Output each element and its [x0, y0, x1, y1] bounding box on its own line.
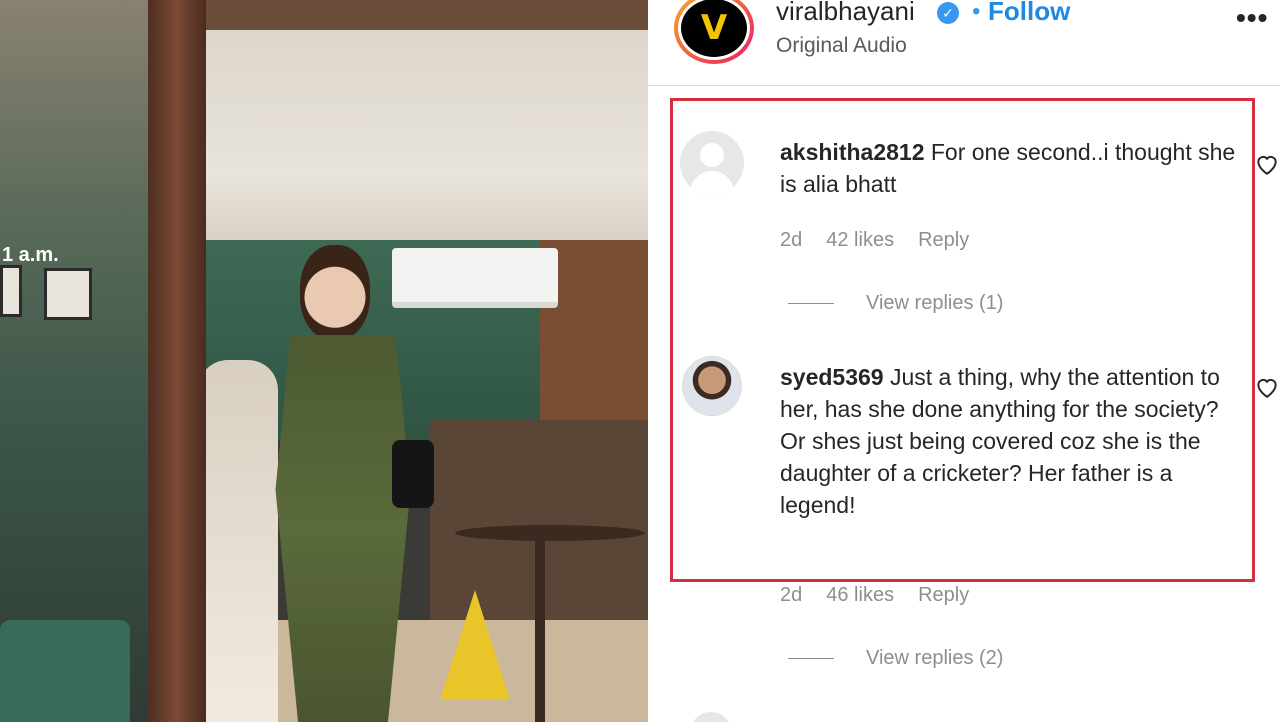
wall-frame: [0, 265, 22, 317]
comment-username[interactable]: syed5369: [780, 364, 884, 390]
comment-username[interactable]: akshitha2812: [780, 139, 924, 165]
heart-icon[interactable]: [1254, 152, 1280, 176]
trash-bin: [0, 620, 130, 722]
avatar-logo: V: [678, 0, 750, 60]
woman-head: [300, 245, 370, 340]
comment-time: 2d: [780, 584, 803, 606]
v-logo-icon: V: [700, 8, 728, 48]
wall-frame: [44, 268, 92, 320]
post-username[interactable]: viralbhayani: [776, 0, 915, 27]
table-leg: [535, 540, 545, 722]
follow-button[interactable]: Follow: [988, 0, 1070, 27]
next-comment-avatar: [690, 712, 732, 722]
wooden-pillar: [148, 0, 206, 722]
reply-button[interactable]: Reply: [918, 584, 969, 607]
comment-meta: 2d 46 likes Reply: [780, 584, 969, 607]
handbag: [392, 440, 434, 508]
verified-badge-icon: ✓: [937, 2, 959, 24]
view-replies-button[interactable]: View replies (2): [788, 647, 1003, 670]
comment-body: syed5369 Just a thing, why the attention…: [780, 361, 1240, 521]
audio-label[interactable]: Original Audio: [776, 34, 907, 58]
profile-avatar[interactable]: V: [674, 0, 754, 64]
more-options-icon[interactable]: •••: [1236, 2, 1268, 34]
user-photo-avatar[interactable]: [682, 356, 742, 416]
replies-divider: [788, 303, 834, 304]
post-media[interactable]: 1 a.m.: [0, 0, 648, 722]
comment-meta: 2d 42 likes Reply: [780, 229, 969, 252]
comment-time: 2d: [780, 229, 803, 251]
view-replies-label: View replies (1): [866, 292, 1004, 314]
view-replies-button[interactable]: View replies (1): [788, 292, 1003, 315]
post-header: V viralbhayani ✓ • Follow Original Audio…: [648, 0, 1280, 86]
wall-sign-text: 1 a.m.: [2, 244, 59, 266]
comments-panel: V viralbhayani ✓ • Follow Original Audio…: [648, 0, 1280, 722]
ceiling: [205, 30, 648, 270]
green-dress: [275, 335, 411, 722]
default-avatar-icon[interactable]: [680, 131, 744, 195]
comment-body: akshitha2812 For one second..i thought s…: [780, 136, 1240, 200]
comment-likes[interactable]: 46 likes: [826, 584, 894, 607]
background-person: [198, 360, 278, 722]
separator-dot: •: [972, 0, 981, 25]
reply-button[interactable]: Reply: [918, 229, 969, 252]
view-replies-label: View replies (2): [866, 647, 1004, 669]
background-wall: [0, 0, 148, 722]
comment-likes[interactable]: 42 likes: [826, 229, 894, 252]
heart-icon[interactable]: [1254, 375, 1280, 399]
table-top: [455, 525, 645, 541]
replies-divider: [788, 658, 834, 659]
ceiling-beam: [205, 0, 648, 30]
